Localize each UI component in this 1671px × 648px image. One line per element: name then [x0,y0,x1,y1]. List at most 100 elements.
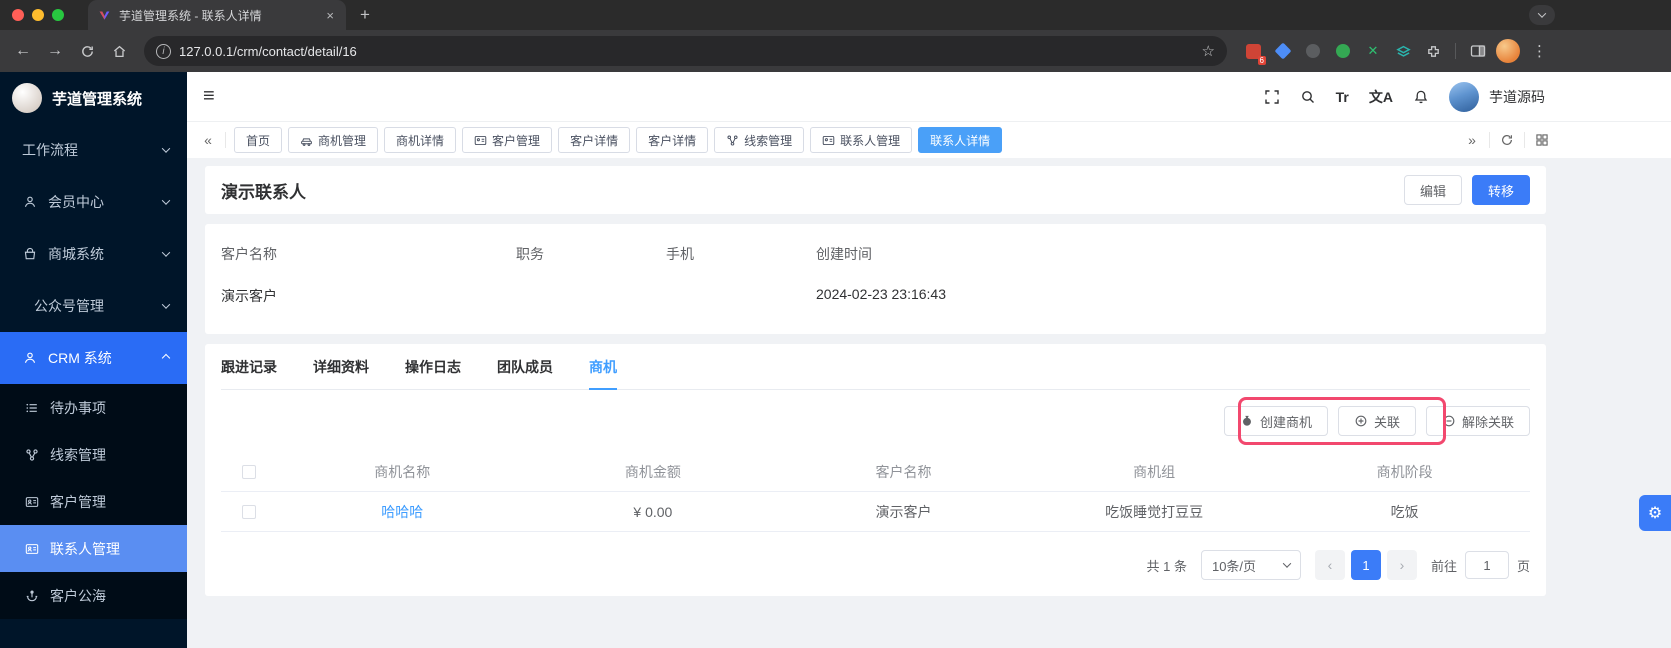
sidebar-item-mall[interactable]: 商城系统 [0,228,187,280]
sidebar-item-member[interactable]: 会员中心 [0,176,187,228]
sidebar-item-public-sea[interactable]: 客户公海 [0,572,187,619]
info-value: 演示客户 [221,288,277,304]
browser-menu-icon[interactable]: ⋮ [1526,42,1553,60]
col-header: 商机阶段 [1376,463,1433,480]
goto-page-input[interactable] [1464,551,1509,579]
tag-opportunity-detail[interactable]: 商机详情 [384,127,457,153]
app-logo[interactable]: 芋道管理系统 [0,72,187,124]
tab-operation-log[interactable]: 操作日志 [405,344,461,390]
title-card: 演示联系人 编辑 转移 [205,166,1546,214]
username[interactable]: 芋道源码 [1489,87,1545,107]
sidebar-item-todo[interactable]: 待办事项 [0,384,187,431]
sidebar-item-label: 会员中心 [48,194,104,210]
detail-tabs: 跟进记录 详细资料 操作日志 团队成员 商机 [221,344,1530,390]
info-label: 职务 [516,246,544,262]
tag-opportunity-mgmt[interactable]: 商机管理 [288,127,379,153]
sidebar-item-official-account[interactable]: 公众号管理 [0,280,187,332]
window-close-button[interactable] [12,9,24,21]
cross-extension-icon[interactable]: ✕ [1361,39,1385,63]
opportunity-name-link[interactable]: 哈哈哈 [277,502,528,522]
customer-card-icon [474,135,487,145]
page-number-button[interactable]: 1 [1350,550,1381,580]
create-opportunity-button[interactable]: 创建商机 [1223,406,1328,436]
opportunity-toolbar: 创建商机 关联 解除关联 [221,397,1530,445]
site-info-icon[interactable]: i [156,43,171,59]
tag-customer-detail-2[interactable]: 客户详情 [636,127,709,153]
tab-opportunity[interactable]: 商机 [589,344,617,390]
font-size-icon[interactable]: Tr [1336,89,1349,105]
tag-contact-detail[interactable]: 联系人详情 [918,127,1003,153]
todo-list-icon [24,401,40,415]
new-tab-button[interactable]: + [360,5,370,25]
extensions-row: 6 ✕ ⋮ [1241,39,1553,65]
translate-icon[interactable]: 文A [1369,87,1393,107]
info-field-create-time: 创建时间 2024-02-23 23:16:43 [816,244,946,306]
address-bar[interactable]: i 127.0.0.1/crm/contact/detail/16 ☆ [144,36,1227,66]
tag-clue-mgmt[interactable]: 线索管理 [714,127,805,153]
tab-follow-records[interactable]: 跟进记录 [221,344,277,390]
row-checkbox[interactable] [242,504,256,519]
next-page-button[interactable]: › [1386,550,1417,580]
back-icon[interactable]: ← [8,36,38,66]
tab-close-icon[interactable]: × [324,8,336,23]
transfer-button[interactable]: 转移 [1471,175,1530,205]
tag-customer-detail[interactable]: 客户详情 [558,127,631,153]
unlink-button[interactable]: 解除关联 [1425,406,1530,436]
edit-button[interactable]: 编辑 [1403,175,1462,205]
window-zoom-button[interactable] [52,9,64,21]
tab-title: 芋道管理系统 - 联系人详情 [119,8,262,23]
tab-detail-info[interactable]: 详细资料 [313,344,369,390]
sidebar-item-customer[interactable]: 客户管理 [0,478,187,525]
user-avatar[interactable] [1449,81,1479,112]
opportunity-amount: ¥ 0.00 [633,503,673,520]
tab-search-button[interactable] [1529,5,1555,25]
sidebar-item-contact[interactable]: 联系人管理 [0,525,187,572]
browser-tab[interactable]: 芋道管理系统 - 联系人详情 × [88,0,346,30]
customer-card-icon [24,495,40,509]
clue-icon [727,134,738,146]
page-size-select[interactable]: 10条/页 [1200,550,1301,580]
settings-gear-icon[interactable]: ⚙ [1639,495,1671,531]
layers-extension-icon[interactable] [1391,39,1415,63]
tags-refresh-icon[interactable] [1494,133,1520,147]
sidebar-item-clue[interactable]: 线索管理 [0,431,187,478]
layout-grid-icon[interactable] [1529,133,1555,147]
collapse-menu-icon[interactable]: ≡ [203,85,215,108]
notification-bell-icon[interactable] [1413,89,1429,105]
tags-scroll-left-icon[interactable]: « [195,132,221,148]
link-button[interactable]: 关联 [1337,406,1416,436]
sidebar-item-label: 公众号管理 [34,298,104,314]
info-label: 创建时间 [816,246,872,262]
map-extension-icon[interactable] [1271,39,1295,63]
info-field-mobile: 手机 [666,244,816,306]
prev-page-button[interactable]: ‹ [1314,550,1345,580]
sidebar-item-crm[interactable]: CRM 系统 [0,332,187,384]
public-sea-icon [24,589,40,603]
tag-contact-mgmt[interactable]: 联系人管理 [810,127,913,153]
tab-team-members[interactable]: 团队成员 [497,344,553,390]
bookmark-star-icon[interactable]: ☆ [1202,42,1215,60]
split-screen-icon[interactable] [1466,39,1490,63]
forward-icon[interactable]: → [40,36,70,66]
green-extension-icon[interactable] [1331,39,1355,63]
search-icon[interactable] [1300,89,1316,105]
info-value: 2024-02-23 23:16:43 [816,286,946,302]
extension-badge: 6 [1257,56,1266,65]
mall-icon [22,247,38,261]
info-label: 手机 [666,246,694,262]
tag-home[interactable]: 首页 [234,127,283,153]
adblock-extension-icon[interactable]: 6 [1241,39,1266,65]
reload-icon[interactable] [72,36,102,66]
select-all-checkbox[interactable] [242,464,256,479]
tag-customer-mgmt[interactable]: 客户管理 [462,127,553,153]
browser-tab-bar: 芋道管理系统 - 联系人详情 × + [0,0,1671,30]
dark-extension-icon[interactable] [1301,39,1325,63]
extensions-puzzle-icon[interactable] [1421,39,1445,63]
pagination: 共 1 条 10条/页 ‹ 1 › 前往 页 [221,550,1530,580]
window-minimize-button[interactable] [32,9,44,21]
fullscreen-icon[interactable] [1264,89,1280,105]
tags-scroll-right-icon[interactable]: » [1459,132,1485,148]
sidebar-item-workflow[interactable]: 工作流程 [0,124,187,176]
browser-profile-avatar[interactable] [1496,39,1520,63]
home-icon[interactable] [104,36,134,66]
